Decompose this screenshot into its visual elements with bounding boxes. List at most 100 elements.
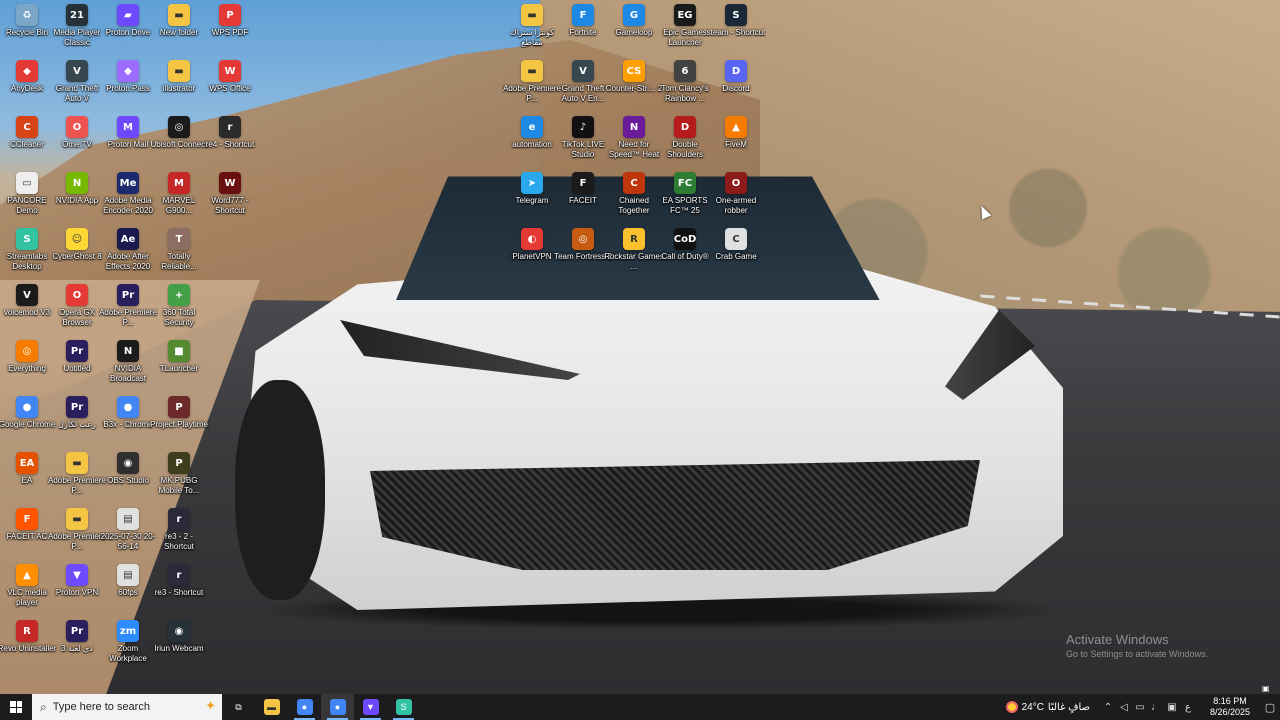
taskbar-clock[interactable]: 8:16 PM 8/26/2025 (1200, 696, 1260, 718)
desktop-icon[interactable]: ◉ OBS Studio (101, 452, 155, 508)
battery-icon[interactable]: ▭ (1132, 702, 1148, 713)
desktop-icon[interactable]: C Crab Game (709, 228, 763, 284)
desktop-icon[interactable]: ▤ 2025-07-30 20-56-14 (101, 508, 155, 564)
desktop-icon[interactable]: Pr Untitled (50, 340, 104, 396)
desktop-icon[interactable]: Pr 3 دي لعبة (50, 620, 104, 676)
desktop-icon[interactable]: ◉ Iriun Webcam (152, 620, 206, 676)
desktop-icon[interactable]: O One-armed robber (709, 172, 763, 228)
desktop-icon[interactable]: ◆ Proton Pass (101, 60, 155, 116)
desktop-icon[interactable]: C CCleaner (0, 116, 54, 172)
desktop-icon[interactable]: Pr رعب لكارل (50, 396, 104, 452)
desktop-icon[interactable]: V Grand Theft Auto V En... (556, 60, 610, 116)
desktop-icon[interactable]: D Discord (709, 60, 763, 116)
desktop-icon[interactable]: ● Google Chrome (0, 396, 55, 452)
taskbar-search[interactable]: ⌕ ✦ (32, 694, 222, 720)
desktop-icon[interactable]: N NVIDIA Broadcast (101, 340, 155, 396)
speaker-icon[interactable]: ◁ (1116, 702, 1132, 713)
desktop-icon[interactable]: r re4 - Shortcut (203, 116, 257, 172)
desktop-icon[interactable]: ◎ Ubisoft Connect (151, 116, 207, 172)
desktop-icon[interactable]: 21 Media Player Classic (50, 4, 104, 60)
tlauncher-icon: ■ (168, 340, 190, 362)
desktop-icon[interactable]: F Fortnite (556, 4, 610, 60)
desktop-icon[interactable]: Vvoicemod V3 (0, 284, 54, 340)
input-language[interactable]: ع (1180, 702, 1196, 713)
desktop-icon[interactable]: M Proton Mail (101, 116, 155, 172)
desktop-icon[interactable]: +360 Total Security (152, 284, 206, 340)
desktop-icon[interactable]: ◎ Team Fortress 2 (554, 228, 612, 284)
taskbar-app-file-explorer[interactable]: ▬ (255, 694, 288, 720)
desktop-icon[interactable]: zm Zoom Workplace (101, 620, 155, 676)
desktop-icon[interactable]: O Ome.TV (50, 116, 104, 172)
network-icon[interactable]: ▣ (1164, 702, 1180, 713)
desktop-icon[interactable]: ▬ illustrator (152, 60, 206, 116)
desktop-icon[interactable]: CS Counter-Stri... 2 (606, 60, 662, 116)
search-input[interactable] (52, 701, 183, 713)
desktop-icon[interactable]: S Streamlabs Desktop (0, 228, 54, 284)
desktop-icon[interactable]: Me Adobe Media Encoder 2020 (101, 172, 155, 228)
desktop-icon[interactable]: EG Epic Games Launcher (658, 4, 712, 60)
chevron-up-icon[interactable]: ⌃ (1100, 702, 1116, 713)
desktop-icon[interactable]: r re3 - Shortcut (152, 564, 206, 620)
desktop-icon[interactable]: F FACEIT (556, 172, 610, 228)
desktop-icon[interactable]: O Opera GX Browser (50, 284, 104, 340)
desktop-icon[interactable]: ▬ New folder (152, 4, 206, 60)
desktop-icon[interactable]: ▤ 60fps (101, 564, 155, 620)
desktop-icon[interactable]: FC EA SPORTS FC™ 25 (658, 172, 712, 228)
taskbar-app-streamlabs[interactable]: S (387, 694, 420, 720)
desktop-icon[interactable]: ■ TLauncher (152, 340, 206, 396)
desktop-icon[interactable]: Ssteam - Shortcut (707, 4, 765, 60)
desktop-icon[interactable]: ♻ Recycle Bin (0, 4, 54, 60)
taskbar-app-proton-vpn[interactable]: ▼ (354, 694, 387, 720)
desktop-icon[interactable]: Ae Adobe After Effects 2020 (101, 228, 155, 284)
desktop-icon[interactable]: N NVIDIA App (50, 172, 104, 228)
search-highlight-icon[interactable]: ✦ (205, 698, 216, 714)
desktop-icon[interactable]: ▬ كونترا ستراك مقاطع (505, 4, 559, 60)
desktop-icon[interactable]: P Project Playtime (150, 396, 208, 452)
desktop-icon-label: re4 - Shortcut (205, 140, 255, 149)
start-button[interactable] (0, 694, 32, 720)
desktop-icon[interactable]: ▬ Adobe Premiere P... (48, 452, 106, 508)
desktop-icon[interactable]: e automation (505, 116, 559, 172)
desktop-icon[interactable]: R Rockstar Games ... (604, 228, 664, 284)
desktop-icon[interactable]: W Word777 - Shortcut (203, 172, 257, 228)
taskbar-app-task-view[interactable]: ⧉ (222, 694, 255, 720)
everything-icon: ◎ (16, 340, 38, 362)
desktop-icon[interactable]: F FACEIT AC (0, 508, 54, 564)
notification-icon[interactable]: ▢ (1260, 701, 1280, 714)
desktop-icon[interactable]: Pr Adobe Premiere P... (99, 284, 157, 340)
desktop-icon[interactable]: G Gameloop (607, 4, 661, 60)
weather-widget[interactable]: 24°C صافٍ غالبًا (1005, 701, 1090, 713)
desktop-icon[interactable]: ➤ Telegram (505, 172, 559, 228)
desktop-icon[interactable]: CoD Call of Duty® (658, 228, 712, 284)
desktop-icon[interactable]: ▼ Proton VPN (50, 564, 104, 620)
desktop-icon[interactable]: V Grand Theft Auto V (50, 60, 104, 116)
taskbar-app-chrome-profile[interactable]: ● (321, 694, 354, 720)
desktop-icon[interactable]: M MARVEL G900... (152, 172, 206, 228)
desktop-icon[interactable]: ▭ PANCORE Demo (0, 172, 54, 228)
taskbar-app-chrome[interactable]: ● (288, 694, 321, 720)
desktop-icon[interactable]: ◆ AnyDesk (0, 60, 54, 116)
desktop-icon[interactable]: P MK PUBG Mobile To... (152, 452, 206, 508)
microphone-icon[interactable]: ♩ (1148, 702, 1164, 713)
epic-games-icon: EG (674, 4, 696, 26)
desktop-icon[interactable]: r re3 - 2 - Shortcut (152, 508, 206, 564)
desktop-icon[interactable]: R Revo Uninstaller (0, 620, 56, 676)
desktop-icon[interactable]: ◐ PlanetVPN (505, 228, 559, 284)
desktop-icon[interactable]: T Totally Reliable... (152, 228, 206, 284)
desktop-icon[interactable]: ● B3x - Chrome (101, 396, 155, 452)
desktop-icon[interactable]: C Chained Together (607, 172, 661, 228)
desktop-icon[interactable]: 6 Tom Clancy's Rainbow ... (658, 60, 712, 116)
desktop-icon[interactable]: P WPS PDF (203, 4, 257, 60)
desktop-icon[interactable]: W WPS Office (203, 60, 257, 116)
desktop-icon[interactable]: ▬ Adobe Premiere P... (48, 508, 106, 564)
desktop-icon[interactable]: ▬ Adobe Premiere P... (503, 60, 561, 116)
desktop-icon[interactable]: ▲ VLC media player (0, 564, 54, 620)
desktop-icon[interactable]: N Need for Speed™ Heat (607, 116, 661, 172)
desktop-icon[interactable]: ◎ Everything (0, 340, 54, 396)
desktop-icon[interactable]: ▰ Proton Drive (101, 4, 155, 60)
desktop-icon[interactable]: EA EA (0, 452, 54, 508)
desktop-icon[interactable]: ♪ TikTok LIVE Studio (556, 116, 610, 172)
desktop-icon[interactable]: D Double Shoulders (658, 116, 712, 172)
desktop-icon[interactable]: ▲ FiveM (709, 116, 763, 172)
desktop-icon[interactable]: ☺ CyberGhost 8 (50, 228, 104, 284)
